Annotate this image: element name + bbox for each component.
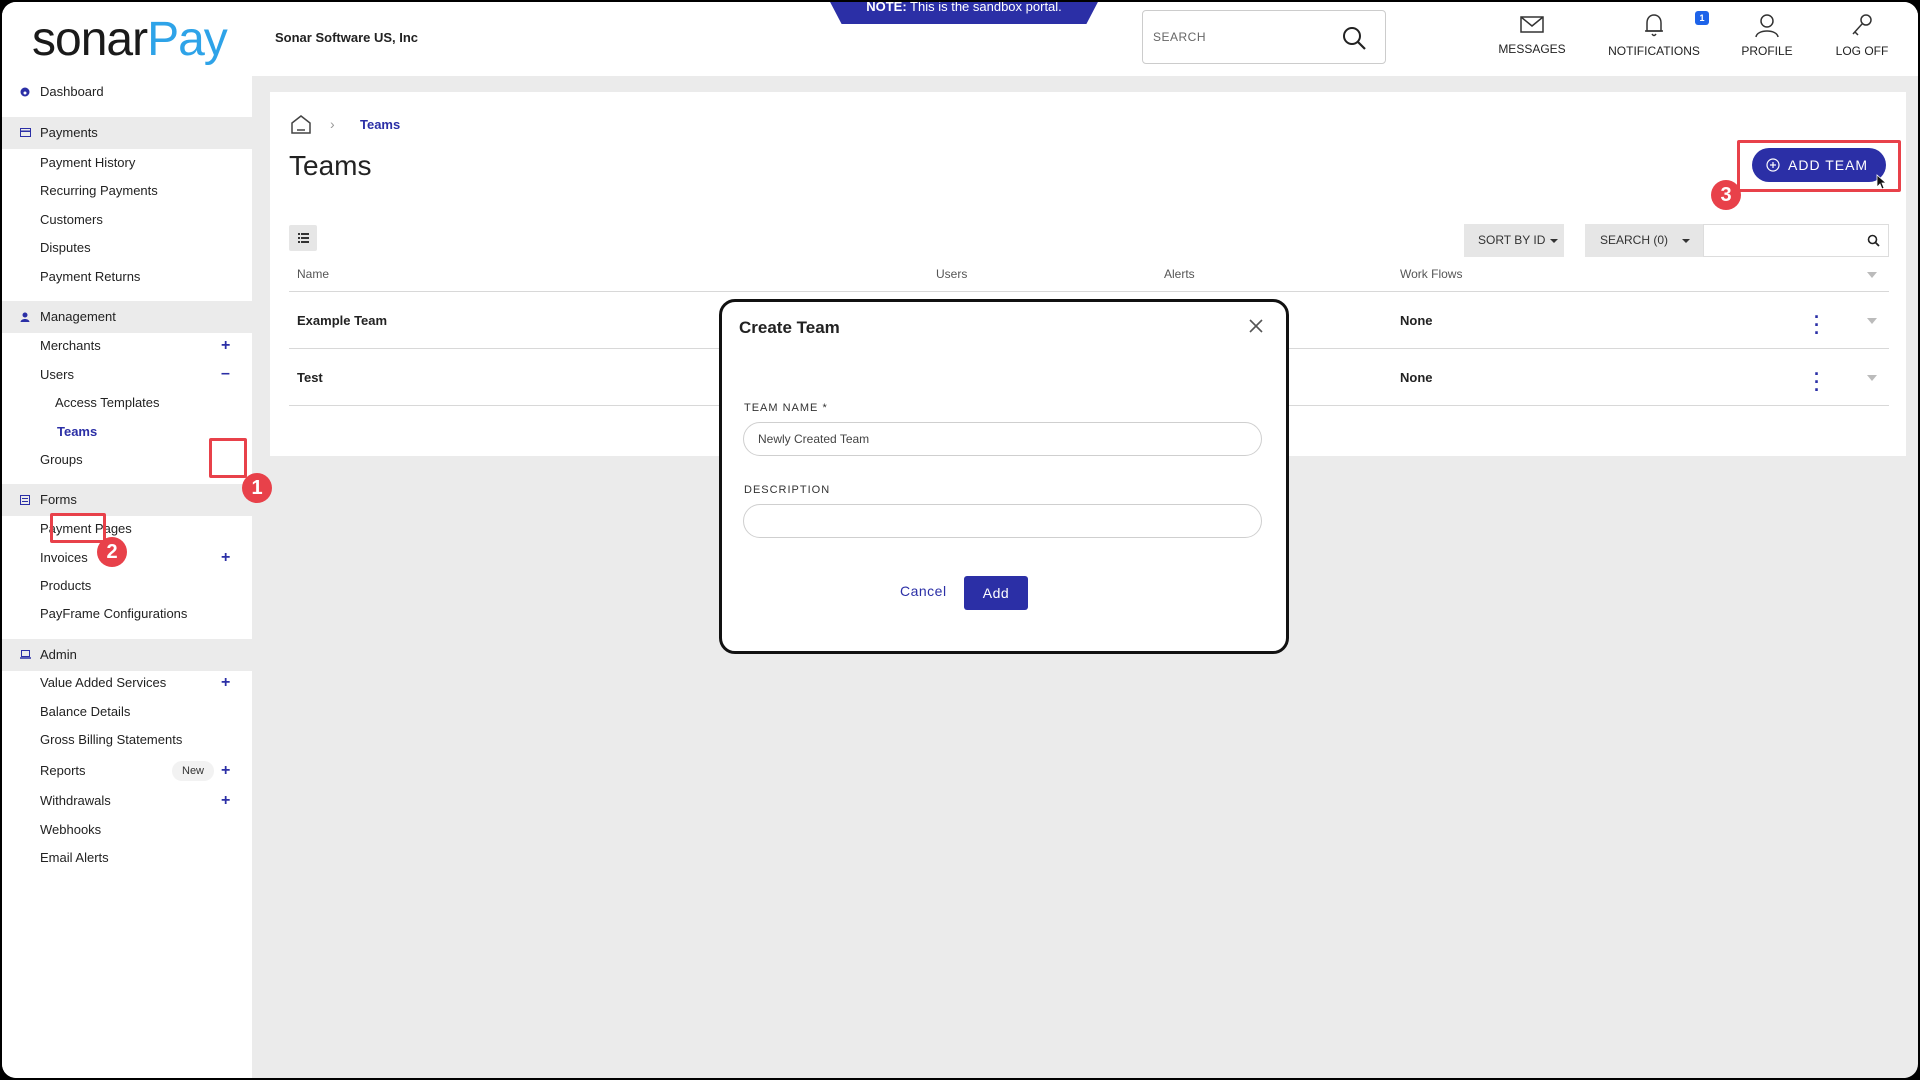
company-name: Sonar Software US, Inc xyxy=(275,30,419,45)
cancel-button[interactable]: Cancel xyxy=(900,583,947,599)
person-icon xyxy=(20,312,30,322)
search-icon[interactable] xyxy=(1341,25,1367,56)
column-header-users[interactable]: Users xyxy=(936,267,967,281)
step-number-1: 1 xyxy=(242,473,272,503)
column-header-workflows[interactable]: Work Flows xyxy=(1400,267,1462,281)
team-name-label: TEAM NAME * xyxy=(744,402,828,414)
new-badge: New xyxy=(172,761,215,781)
search-icon[interactable] xyxy=(1867,234,1880,247)
credit-card-icon xyxy=(20,128,31,137)
sandbox-banner: NOTE: This is the sandbox portal. xyxy=(828,2,1100,24)
sidebar: Dashboard Payments Payment History Recur… xyxy=(2,76,252,1078)
modal-title: Create Team xyxy=(739,318,840,337)
breadcrumb-current[interactable]: Teams xyxy=(360,117,400,132)
form-icon xyxy=(20,495,30,505)
row-expand-caret-icon[interactable] xyxy=(1867,318,1877,324)
sidebar-item-withdrawals[interactable]: Withdrawals + xyxy=(2,785,252,817)
caret-down-icon xyxy=(1682,239,1690,243)
sidebar-item-merchants[interactable]: Merchants + xyxy=(2,330,252,362)
nav-profile-label: PROFILE xyxy=(1741,44,1793,58)
sidebar-item-reports[interactable]: Reports New + xyxy=(2,755,252,787)
global-search-input[interactable] xyxy=(1153,25,1333,49)
expand-withdrawals-plus-icon[interactable]: + xyxy=(221,785,230,817)
collapse-users-minus-icon[interactable]: – xyxy=(221,358,230,390)
column-header-name[interactable]: Name xyxy=(297,267,329,281)
page-title: Teams xyxy=(289,150,372,181)
list-view-toggle[interactable] xyxy=(289,225,317,251)
key-icon xyxy=(1852,14,1872,36)
sidebar-item-access-templates[interactable]: Access Templates xyxy=(2,387,252,419)
row-workflows: None xyxy=(1400,370,1433,385)
sidebar-section-management[interactable]: Management xyxy=(2,301,252,333)
description-input[interactable] xyxy=(743,504,1262,538)
sidebar-item-payment-pages[interactable]: Payment Pages xyxy=(2,513,252,545)
row-name: Example Team xyxy=(297,313,388,328)
highlight-users-collapse xyxy=(209,438,247,478)
nav-notifications-label: NOTIFICATIONS xyxy=(1608,44,1700,58)
global-search[interactable] xyxy=(1142,10,1386,64)
row-menu-kebab-icon[interactable]: · · · xyxy=(1814,365,1820,399)
laptop-icon xyxy=(20,650,31,659)
sidebar-item-dashboard[interactable]: Dashboard xyxy=(2,76,252,108)
step-number-3: 3 xyxy=(1711,180,1741,210)
table-search-input[interactable] xyxy=(1703,224,1889,257)
nav-notifications[interactable]: NOTIFICATIONS xyxy=(1602,12,1706,64)
search-filter-dropdown[interactable]: SEARCH (0) xyxy=(1585,224,1703,257)
sort-by-dropdown[interactable]: SORT BY ID xyxy=(1464,224,1564,257)
team-name-input[interactable] xyxy=(743,422,1262,456)
top-header: sonarPay Sonar Software US, Inc NOTE: Th… xyxy=(2,2,1918,76)
sonarpay-logo[interactable]: sonarPay xyxy=(32,12,228,67)
chevron-right-icon: › xyxy=(330,116,335,132)
row-expand-caret-icon[interactable] xyxy=(1867,375,1877,381)
nav-logoff[interactable]: LOG OFF xyxy=(1827,12,1897,64)
create-team-modal: Create Team TEAM NAME * DESCRIPTION Canc… xyxy=(719,299,1289,654)
sidebar-section-payments[interactable]: Payments xyxy=(2,117,252,149)
row-name: Test xyxy=(297,370,323,385)
app-window: sonarPay Sonar Software US, Inc NOTE: Th… xyxy=(2,2,1918,1078)
column-header-alerts[interactable]: Alerts xyxy=(1164,267,1195,281)
sidebar-item-payframe-configurations[interactable]: PayFrame Configurations xyxy=(2,598,252,630)
nav-profile[interactable]: PROFILE xyxy=(1732,12,1802,64)
sidebar-item-disputes[interactable]: Disputes xyxy=(2,232,252,264)
table-divider xyxy=(289,291,1889,292)
highlight-add-team xyxy=(1737,140,1901,192)
description-label: DESCRIPTION xyxy=(744,484,831,496)
sidebar-section-forms[interactable]: Forms xyxy=(2,484,252,516)
sidebar-item-value-added-services[interactable]: Value Added Services + xyxy=(2,667,252,699)
nav-messages-label: MESSAGES xyxy=(1498,42,1566,56)
sidebar-item-email-alerts[interactable]: Email Alerts xyxy=(2,842,252,874)
user-icon xyxy=(1755,14,1779,38)
highlight-teams-item xyxy=(50,513,106,543)
notification-count-badge: 1 xyxy=(1695,11,1709,25)
list-icon xyxy=(298,233,309,243)
envelope-icon xyxy=(1520,16,1544,33)
expand-reports-plus-icon[interactable]: + xyxy=(221,755,230,787)
sidebar-item-recurring-payments[interactable]: Recurring Payments xyxy=(2,175,252,207)
close-icon[interactable] xyxy=(1248,318,1264,334)
row-menu-kebab-icon[interactable]: · · · xyxy=(1814,308,1820,342)
bell-icon xyxy=(1645,14,1663,37)
nav-messages[interactable]: MESSAGES xyxy=(1492,12,1572,64)
step-number-2: 2 xyxy=(97,537,127,567)
expand-value-added-plus-icon[interactable]: + xyxy=(221,667,230,699)
sidebar-item-gross-billing-statements[interactable]: Gross Billing Statements xyxy=(2,724,252,756)
dashboard-icon xyxy=(20,87,30,97)
sidebar-item-payment-returns[interactable]: Payment Returns xyxy=(2,261,252,293)
caret-down-icon xyxy=(1550,239,1558,243)
add-button[interactable]: Add xyxy=(964,576,1028,610)
column-options-caret-icon[interactable] xyxy=(1867,272,1877,278)
nav-logoff-label: LOG OFF xyxy=(1835,44,1889,58)
home-icon[interactable] xyxy=(290,114,312,134)
row-workflows: None xyxy=(1400,313,1433,328)
